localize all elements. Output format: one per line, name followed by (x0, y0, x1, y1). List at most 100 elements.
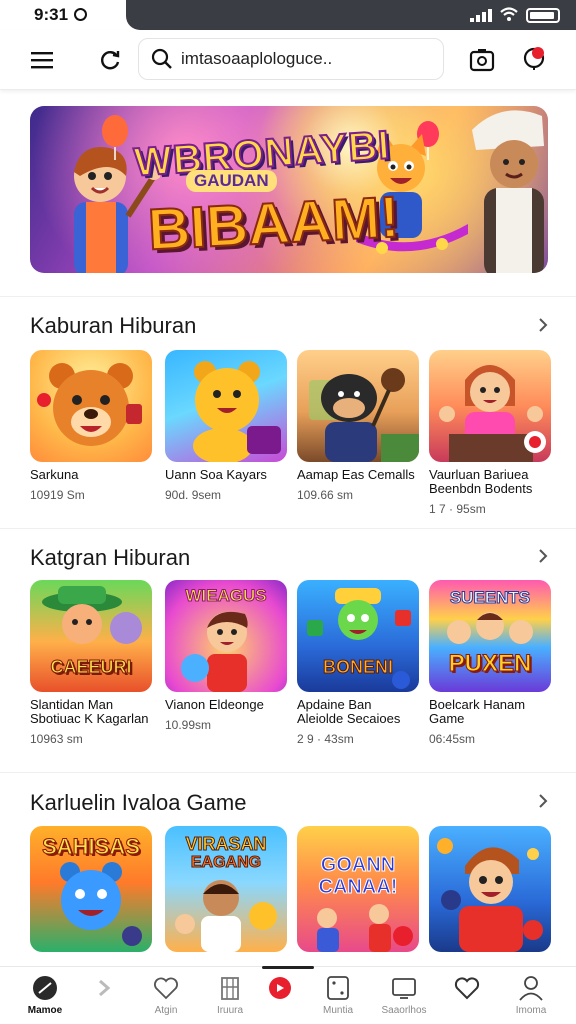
notification-icon[interactable] (518, 42, 550, 74)
game-card[interactable]: CAEEURI Slantidan Man Sbotiuac K Kagarla… (30, 580, 152, 746)
status-time: 9:31 (34, 5, 88, 25)
kids-character-icon (317, 904, 413, 952)
game-size: 109.66 sm (297, 488, 354, 502)
banner-character-right (472, 110, 544, 273)
game-thumbnail-label: BONENI (322, 657, 393, 678)
nav-item-profile[interactable]: Imoma (499, 975, 563, 1016)
game-card[interactable]: WIEAGUS Vianon Eldeonge 10.99sm (165, 580, 287, 732)
section-title: Karluelin Ivaloa Game (30, 790, 247, 815)
game-thumbnail-label-top: SUEENTS (449, 588, 531, 608)
game-name: Vaurluan Bariuea Beenbdn Bodents (429, 467, 533, 496)
game-thumbnail-label: VIRASAN (185, 834, 267, 855)
section-title: Katgran Hiburan (30, 545, 191, 570)
game-name: Aamap Eas Cemalls (297, 467, 415, 482)
banner-title-line-3: BIBAAM! (145, 183, 401, 263)
chevron-right-icon[interactable] (536, 318, 550, 332)
game-card[interactable]: Aamap Eas Cemalls 109.66 sm (297, 350, 419, 502)
game-thumbnail: VIRASAN EAGANG (165, 826, 287, 952)
battery-icon (526, 8, 560, 23)
chevron-right-icon[interactable] (536, 549, 550, 563)
menu-icon[interactable] (26, 44, 58, 76)
arrow-icon (99, 979, 111, 997)
bear-character-icon (37, 363, 142, 446)
nav-item-favorite[interactable]: Atgin (134, 975, 198, 1016)
game-thumbnail (429, 826, 551, 952)
promo-banner[interactable]: WBRONAYBI GAUDAN BIBAAM! (30, 106, 548, 273)
nav-item-search[interactable]: Saaorlhos (372, 975, 436, 1016)
tablet-icon (392, 978, 416, 999)
nav-item-wishlist[interactable] (435, 975, 499, 1005)
game-thumbnail (297, 350, 419, 462)
nav-label: Muntia (322, 1005, 353, 1016)
nav-label: Atgin (154, 1005, 178, 1016)
refresh-icon[interactable] (94, 44, 126, 76)
game-card[interactable]: VIRASAN EAGANG (165, 826, 287, 952)
banner-balloon-icon (102, 115, 128, 160)
search-input[interactable]: imtasoaaplologuce.. (138, 38, 444, 80)
yellow-bear-character-icon (193, 361, 281, 462)
nav-item-forward[interactable] (72, 975, 136, 1005)
game-card[interactable]: Vaurluan Bariuea Beenbdn Bodents 1 7 · 9… (429, 350, 551, 516)
home-indicator (262, 966, 314, 969)
game-thumbnail-label: GOANN CANAA! (318, 854, 398, 899)
game-card[interactable]: Uann Soa Kayars 90d. 9sem (165, 350, 287, 502)
game-size: 2 9 · 43sm (297, 732, 354, 746)
game-thumbnail (165, 350, 287, 462)
blue-bear-character-icon (60, 862, 142, 946)
heart-icon (154, 977, 178, 1000)
nav-item-home[interactable]: Mamoe (13, 975, 77, 1016)
game-card[interactable]: Sarkuna 10919 Sm (30, 350, 152, 502)
game-thumbnail: SAHISAS (30, 826, 152, 952)
nav-label: Mamoe (27, 1005, 63, 1016)
top-app-bar: imtasoaaplologuce.. (0, 30, 576, 90)
section-divider (0, 772, 576, 773)
game-size: 1 7 · 95sm (429, 502, 486, 516)
game-thumbnail-label: WIEAGUS (185, 586, 267, 606)
red-shirt-boy-character-icon (437, 838, 543, 952)
game-size: 10963 sm (30, 732, 83, 746)
dice-icon (327, 976, 349, 1000)
section-divider (0, 296, 576, 297)
building-icon (221, 977, 239, 1000)
game-thumbnail-label: PUXEN (448, 650, 532, 678)
camera-icon[interactable] (466, 44, 498, 76)
search-placeholder: imtasoaaplologuce.. (181, 49, 333, 68)
banner-title-line-2: GAUDAN (186, 170, 277, 192)
game-card[interactable]: SAHISAS (30, 826, 152, 952)
dog-character-icon (309, 368, 419, 462)
game-name: Uann Soa Kayars (165, 467, 267, 482)
game-name: Boelcark Hanam Game (429, 697, 526, 726)
game-card[interactable] (429, 826, 551, 952)
signal-icon (470, 9, 492, 22)
game-thumbnail: GOANN CANAA! (297, 826, 419, 952)
game-size: 10.99sm (165, 718, 212, 732)
game-thumbnail-label-2: EAGANG (190, 854, 262, 872)
game-name: Slantidan Man Sbotiuac K Kagarlan (30, 697, 149, 726)
nav-item-live[interactable] (248, 975, 312, 1005)
wifi-icon (500, 7, 518, 21)
boy-group-character-icon (175, 880, 277, 952)
status-bar-right (126, 0, 576, 30)
game-thumbnail: WIEAGUS (165, 580, 287, 692)
game-size: 10919 Sm (30, 488, 85, 502)
game-thumbnail-label: CAEEURI (50, 657, 132, 678)
game-card[interactable]: GOANN CANAA! (297, 826, 419, 952)
game-thumbnail (429, 350, 551, 462)
status-bar: 9:31 (0, 0, 576, 30)
game-thumbnail: BONENI (297, 580, 419, 692)
heart-outline-icon (454, 977, 480, 1000)
game-name: Vianon Eldeonge (165, 697, 264, 712)
alarm-icon (74, 8, 88, 21)
girl-character-icon (439, 365, 546, 462)
game-card[interactable]: BONENI Apdaine Ban Aleiolde Secaioes 2 9… (297, 580, 419, 746)
nav-label: Iruura (216, 1005, 244, 1016)
game-name: Apdaine Ban Aleiolde Secaioes (297, 697, 401, 726)
game-thumbnail: SUEENTS PUXEN (429, 580, 551, 692)
profile-icon (519, 976, 543, 1001)
chevron-right-icon[interactable] (536, 794, 550, 808)
section-title: Kaburan Hiburan (30, 313, 197, 338)
game-size: 90d. 9sem (165, 488, 222, 502)
search-icon (151, 48, 172, 69)
nav-item-games[interactable]: Muntia (306, 975, 370, 1016)
game-card[interactable]: SUEENTS PUXEN Boelcark Hanam Game 06:45s… (429, 580, 551, 746)
